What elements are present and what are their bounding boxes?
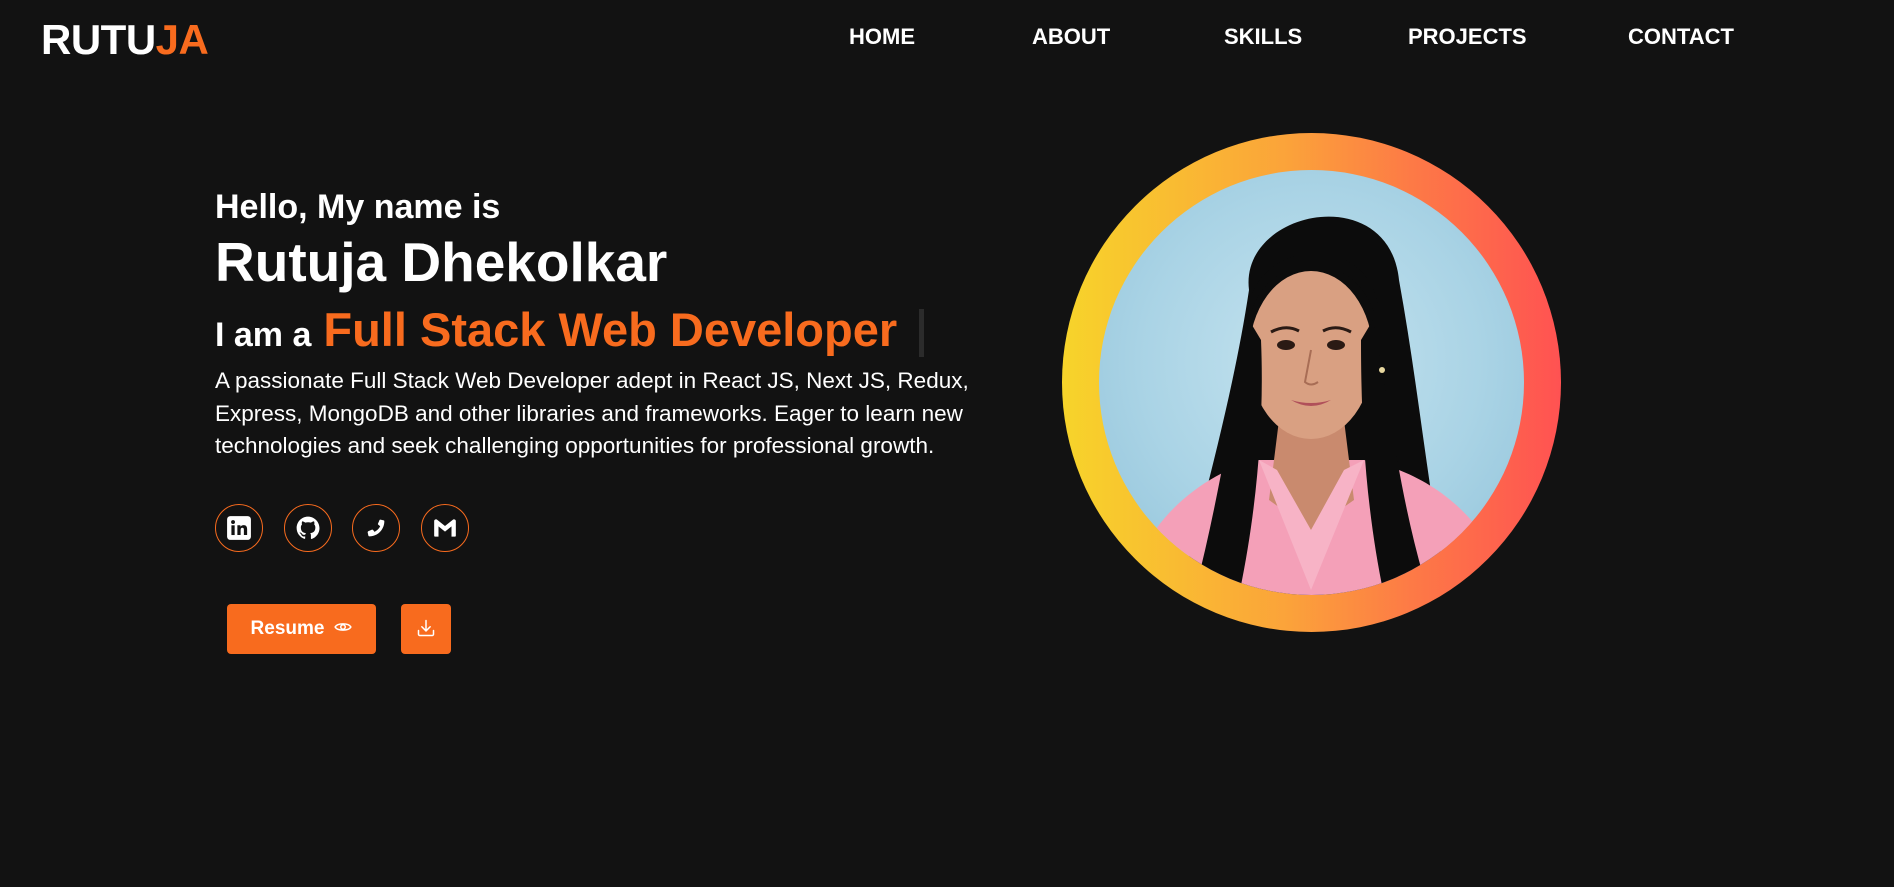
greeting: Hello, My name is <box>215 188 501 226</box>
phone-link[interactable] <box>352 504 400 552</box>
role-title: Full Stack Web Developer <box>323 302 898 356</box>
navbar: RUTUJA HOME ABOUT SKILLS PROJECTS CONTAC… <box>0 0 1894 80</box>
hero-description: A passionate Full Stack Web Developer ad… <box>215 368 969 458</box>
linkedin-icon <box>226 515 252 541</box>
github-link[interactable] <box>284 504 332 552</box>
linkedin-link[interactable] <box>215 504 263 552</box>
gmail-link[interactable] <box>421 504 469 552</box>
nav-projects-link[interactable]: PROJECTS <box>1408 22 1527 52</box>
download-resume-button[interactable] <box>401 604 451 654</box>
gmail-icon <box>432 515 458 541</box>
full-name: Rutuja Dhekolkar <box>215 231 668 293</box>
phone-icon <box>366 518 386 538</box>
github-icon <box>295 515 321 541</box>
nav-links: HOME ABOUT SKILLS PROJECTS CONTACT <box>0 22 1894 52</box>
nav-about-link[interactable]: ABOUT <box>1032 22 1110 52</box>
resume-button[interactable]: Resume <box>227 604 376 654</box>
hero-intro: Hello, My name is Rutuja Dhekolkar I am … <box>215 185 995 463</box>
nav-skills-link[interactable]: SKILLS <box>1224 22 1302 52</box>
profile-photo <box>1099 170 1524 595</box>
resume-button-label: Resume <box>250 618 325 639</box>
eye-icon <box>334 618 353 640</box>
nav-contact-link[interactable]: CONTACT <box>1628 22 1734 52</box>
nav-home-link[interactable]: HOME <box>849 22 915 52</box>
role-prefix: I am a <box>215 315 312 354</box>
download-icon <box>416 618 436 641</box>
typing-cursor <box>919 309 925 357</box>
profile-image-ring <box>1062 133 1561 632</box>
role-line: I am a Full Stack Web Developer <box>215 299 995 359</box>
